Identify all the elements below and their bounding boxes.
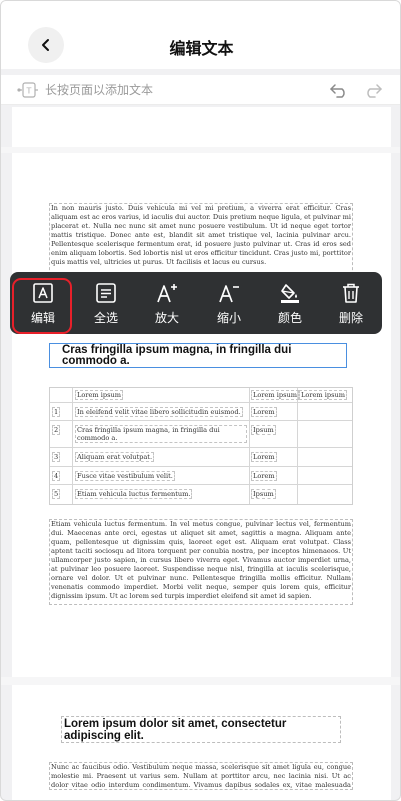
toolbar-shrink-button[interactable]: 缩小: [199, 272, 259, 334]
toolbar-label: 缩小: [216, 311, 241, 325]
font-decrease-icon: [219, 285, 239, 303]
table-row-value[interactable]: Ipsum: [251, 425, 276, 435]
table-row-number[interactable]: 5: [52, 489, 61, 499]
table-row-text[interactable]: Fusce vitae vestibulum velit.: [75, 471, 175, 481]
toolbar-select-all-button[interactable]: 全选: [76, 272, 136, 334]
table-header-cell[interactable]: Lorem ipsum: [251, 390, 299, 400]
hint-text: 长按页面以添加文本: [45, 83, 154, 97]
table-row-number[interactable]: 3: [52, 452, 61, 462]
app-header: 编辑文本: [1, 1, 400, 69]
hint-bar: T 长按页面以添加文本: [1, 75, 400, 105]
table-row-value[interactable]: Ipsum: [251, 489, 276, 499]
page-title: 编辑文本: [169, 39, 234, 58]
table-row-value[interactable]: Lorem: [251, 452, 277, 462]
select-all-icon: [96, 283, 116, 303]
table-row-text[interactable]: Cras fringilla ipsum magna, in fringilla…: [75, 425, 247, 443]
table-row-divider: [50, 466, 352, 467]
text-block-intro[interactable]: In non mauris justo. Duis vehicula mi ve…: [49, 203, 353, 275]
selected-heading[interactable]: Cras fringilla ipsum magna, in fringilla…: [49, 343, 347, 368]
table-row-text[interactable]: Aliquam erat volutpat.: [75, 452, 155, 462]
text-block-body[interactable]: Etiam vehicula luctus fermentum. In vel …: [49, 519, 353, 605]
table-col-divider: [249, 388, 250, 504]
table-col-divider: [72, 388, 73, 504]
data-table[interactable]: Lorem ipsum Lorem ipsum Lorem ipsum 1 In…: [49, 387, 353, 505]
edit-button-highlight: [12, 278, 72, 334]
undo-icon[interactable]: [329, 81, 349, 99]
table-row-text[interactable]: In eleifend velit vitae libero sollicitu…: [75, 407, 243, 417]
table-row-divider: [50, 484, 352, 485]
table-header-cell[interactable]: Lorem ipsum: [75, 390, 123, 400]
redo-icon[interactable]: [363, 81, 383, 99]
table-row-divider: [50, 447, 352, 448]
table-row-number[interactable]: 2: [52, 425, 61, 435]
table-row-value[interactable]: Lorem: [251, 407, 277, 417]
trash-icon: [343, 283, 359, 303]
phone-screen: 编辑文本 T 长按页面以添加文本 In non mauris justo. Du…: [0, 0, 401, 801]
table-header-cell[interactable]: Lorem ipsum: [299, 390, 347, 400]
table-col-divider: [297, 388, 298, 504]
add-text-icon: T: [17, 82, 38, 98]
toolbar-color-button[interactable]: 颜色: [260, 272, 320, 334]
page-separator: [1, 677, 400, 685]
toolbar-delete-button[interactable]: 删除: [321, 272, 381, 334]
table-row-number[interactable]: 1: [52, 407, 61, 417]
table-row-divider: [50, 402, 352, 403]
table-row-divider: [50, 420, 352, 421]
toolbar-label: 删除: [338, 311, 363, 325]
toolbar-enlarge-button[interactable]: 放大: [137, 272, 197, 334]
table-row-text[interactable]: Etiam vehicula luctus fermentum.: [75, 489, 193, 499]
font-increase-icon: [157, 284, 177, 303]
table-row-number[interactable]: 4: [52, 471, 61, 481]
toolbar-label: 全选: [93, 311, 118, 325]
page2-heading[interactable]: Lorem ipsum dolor sit amet, consectetur …: [61, 716, 341, 743]
table-row-value[interactable]: Lorem: [251, 471, 277, 481]
document-page-top: [12, 107, 391, 147]
svg-text:T: T: [26, 87, 32, 96]
text-block-page2[interactable]: Nunc ac faucibus odio. Vestibulum neque …: [49, 762, 353, 790]
toolbar-label: 放大: [154, 311, 179, 325]
color-fill-icon: [281, 284, 299, 303]
toolbar-label: 颜色: [277, 311, 302, 325]
